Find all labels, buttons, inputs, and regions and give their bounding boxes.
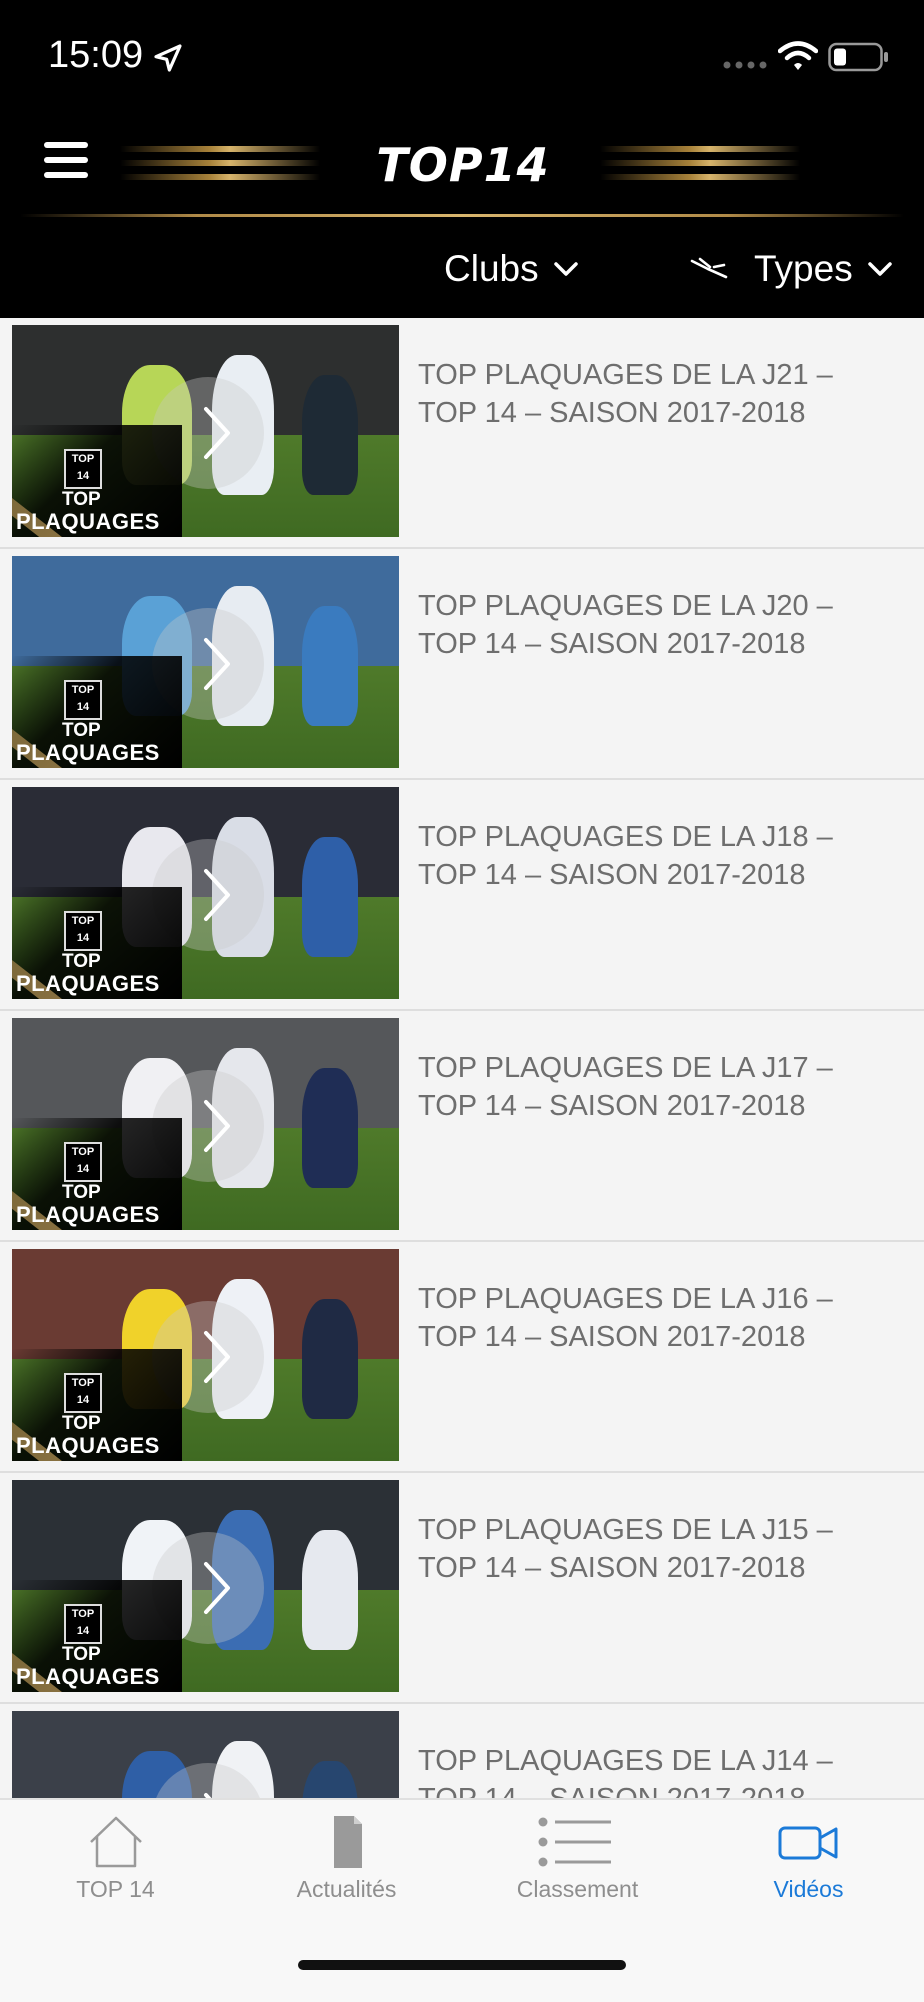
tab-classement[interactable]: Classement (462, 1814, 693, 1934)
video-list-item[interactable]: TOP14 TOP PLAQUAGES TOP PLAQUAGES DE LA … (0, 1473, 924, 1704)
video-thumbnail[interactable]: TOP14 TOP PLAQUAGES (12, 1711, 399, 1798)
chevron-down-icon (867, 262, 892, 276)
document-icon (333, 1816, 362, 1868)
chevron-right-icon (204, 407, 230, 459)
video-list-item[interactable]: TOP14 TOP PLAQUAGES TOP PLAQUAGES DE LA … (0, 1704, 924, 1798)
chevron-right-icon (204, 1562, 230, 1614)
tab-label: TOP 14 (76, 1876, 155, 1902)
video-title[interactable]: TOP PLAQUAGES DE LA J20 – TOP 14 – SAISO… (418, 587, 888, 663)
video-title[interactable]: TOP PLAQUAGES DE LA J17 – TOP 14 – SAISO… (418, 1049, 888, 1125)
video-thumbnail[interactable]: TOP14 TOP PLAQUAGES (12, 556, 399, 768)
tab-label: Vidéos (773, 1876, 844, 1902)
clubs-filter-button[interactable]: Clubs (444, 244, 579, 294)
badge-label: PLAQUAGES (16, 1202, 160, 1227)
video-thumbnail[interactable]: TOP14 TOP PLAQUAGES (12, 1480, 399, 1692)
tab-label: Actualités (296, 1876, 397, 1902)
top14-mini-logo: TOP 14 (64, 680, 102, 720)
types-filter-button[interactable]: Types (690, 244, 893, 294)
badge-label: PLAQUAGES (16, 971, 160, 996)
list-icon (538, 1817, 611, 1867)
video-thumbnail[interactable]: TOP14 TOP PLAQUAGES (12, 1018, 399, 1230)
chevron-right-icon (204, 1793, 212, 1798)
thumbnail-player (302, 1530, 358, 1650)
video-camera-icon (778, 1826, 837, 1860)
video-title[interactable]: TOP PLAQUAGES DE LA J16 – TOP 14 – SAISO… (418, 1280, 888, 1356)
location-arrow-icon (154, 44, 182, 72)
video-list-item[interactable]: TOP14 TOP PLAQUAGES TOP PLAQUAGES DE LA … (0, 1242, 924, 1473)
chevron-right-icon (204, 1331, 230, 1383)
badge-label: PLAQUAGES (16, 740, 160, 765)
signal-dots-icon (723, 61, 767, 69)
video-title[interactable]: TOP PLAQUAGES DE LA J14 – TOP 14 – SAISO… (418, 1742, 888, 1798)
top14-mini-logo: TOP 14 (64, 449, 102, 489)
badge-label: PLAQUAGES (16, 1433, 160, 1458)
gold-divider (20, 214, 904, 217)
thumbnail-player (302, 1299, 358, 1419)
badge-top-text: TOP (62, 1413, 101, 1434)
gold-stripes-right (600, 138, 800, 190)
tab-actualites[interactable]: Actualités (231, 1814, 462, 1934)
gold-stripes-left (120, 138, 320, 190)
video-title[interactable]: TOP PLAQUAGES DE LA J18 – TOP 14 – SAISO… (418, 818, 888, 894)
video-list: TOP 14 TOP PLAQUAGES TOP PLAQUAGES DE LA … (0, 318, 924, 1798)
video-thumbnail[interactable]: TOP14 TOP PLAQUAGES (12, 325, 399, 537)
video-title[interactable]: TOP PLAQUAGES DE LA J15 – TOP 14 – SAISO… (418, 1511, 888, 1587)
app-header: 15:09 TOP14 Clubs Types (0, 0, 924, 318)
clubs-filter-label: Clubs (444, 248, 539, 289)
tab-videos[interactable]: Vidéos (693, 1814, 924, 1934)
home-icon (89, 1816, 142, 1868)
video-thumbnail[interactable]: TOP14 TOP PLAQUAGES (12, 1249, 399, 1461)
thumbnail-player (302, 1068, 358, 1188)
tab-top14[interactable]: TOP 14 (0, 1814, 231, 1934)
chevron-down-icon (553, 262, 578, 276)
video-list-item[interactable]: TOP14 TOP PLAQUAGES TOP PLAQUAGES DE LA … (0, 549, 924, 780)
chevron-right-icon (204, 1100, 230, 1152)
badge-label: PLAQUAGES (16, 509, 160, 534)
badge-top-text: TOP (62, 1182, 101, 1203)
hamburger-menu-icon[interactable] (44, 142, 88, 182)
video-list-item[interactable]: TOP14 TOP PLAQUAGES TOP PLAQUAGES DE LA … (0, 318, 924, 549)
logo-text: TOP14 (376, 138, 550, 192)
tab-label: Classement (516, 1876, 639, 1902)
video-thumbnail[interactable]: TOP14 TOP PLAQUAGES (12, 787, 399, 999)
nav-row: TOP14 (0, 110, 924, 220)
thumbnail-player (302, 837, 358, 957)
top14-mini-logo: TOP 14 (64, 1373, 102, 1413)
video-list-item[interactable]: TOP14 TOP PLAQUAGES TOP PLAQUAGES DE LA … (0, 1011, 924, 1242)
chevron-right-icon (204, 638, 230, 690)
top14-mini-logo: TOP 14 (64, 1142, 102, 1182)
filters-bar: Clubs Types (0, 236, 924, 306)
wifi-icon (778, 41, 818, 70)
types-filter-label: Types (754, 248, 853, 289)
badge-top-text: TOP (62, 1644, 101, 1665)
status-bar: 15:09 (0, 0, 924, 110)
battery-icon (828, 42, 888, 72)
whistle-icon (690, 257, 728, 279)
video-list-item[interactable]: TOP14 TOP PLAQUAGES TOP PLAQUAGES DE LA … (0, 780, 924, 1011)
thumbnail-player (302, 375, 358, 495)
badge-label: PLAQUAGES (16, 1664, 160, 1689)
home-indicator (298, 1960, 626, 1970)
status-time: 15:09 (48, 34, 144, 76)
chevron-right-icon (204, 869, 230, 921)
tab-bar: TOP 14 Actualités Classement Vidéos (0, 1798, 924, 2002)
top14-mini-logo: TOP 14 (64, 911, 102, 951)
thumbnail-player (302, 606, 358, 726)
top14-logo: TOP14 (358, 130, 568, 200)
video-title[interactable]: TOP PLAQUAGES DE LA J21 – TOP 14 – SAISO… (418, 356, 888, 432)
top14-mini-logo: TOP 14 (64, 1604, 102, 1644)
badge-top-text: TOP (62, 489, 101, 510)
badge-top-text: TOP (62, 951, 101, 972)
badge-top-text: TOP (62, 720, 101, 741)
